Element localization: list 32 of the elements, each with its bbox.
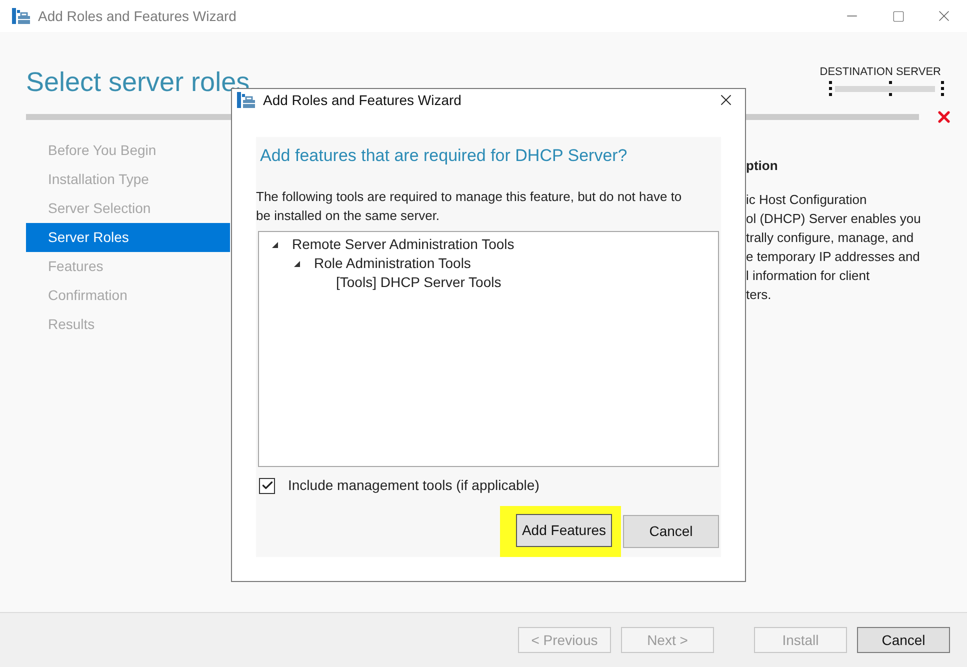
wizard-step[interactable]: Installation Type <box>26 165 230 194</box>
wizard-button[interactable]: Cancel <box>857 627 950 653</box>
wizard-step[interactable]: Server Roles <box>26 223 230 252</box>
tree-item[interactable]: Role Administration Tools <box>314 253 471 274</box>
wizard-step[interactable]: Results <box>26 310 230 339</box>
expand-icon[interactable] <box>270 240 280 250</box>
description-text: ic Host Configuration <box>746 190 868 208</box>
dialog-title: Add Roles and Features Wizard <box>263 90 462 110</box>
dialog-heading: Add features that are required for DHCP Server? <box>259 144 628 166</box>
wizard-step[interactable]: Server Selection <box>26 194 230 223</box>
checkbox-label: Include management tools (if applicable) <box>288 476 540 495</box>
expand-icon[interactable] <box>292 258 302 268</box>
dialog-message: The following tools are required to manage this feature, but do not have to be installed on the same server. <box>256 188 683 225</box>
tree-item[interactable]: Remote Server Administration Tools <box>292 234 514 255</box>
description-text: e temporary IP addresses and <box>746 248 921 266</box>
description-heading: ption <box>746 157 779 175</box>
description-text: trally configure, manage, and <box>746 228 915 246</box>
destination-server-label: DESTINATION SERVER <box>820 65 941 80</box>
wizard-step[interactable]: Before You Begin <box>26 136 230 165</box>
checkbox[interactable] <box>259 478 275 494</box>
description-text: l information for client <box>746 266 871 284</box>
dialog-button[interactable]: Cancel <box>623 515 719 548</box>
error-icon <box>935 108 953 126</box>
wizard-step[interactable]: Confirmation <box>26 281 230 310</box>
dialog-button[interactable]: Add Features <box>516 514 612 547</box>
window-title: Add Roles and Features Wizard <box>38 6 236 26</box>
wizard-icon <box>237 92 255 108</box>
description-text: ters. <box>746 286 772 304</box>
description-text: ol (DHCP) Server enables you <box>746 210 922 228</box>
wizard-icon <box>12 8 30 24</box>
tree-item[interactable]: [Tools] DHCP Server Tools <box>336 272 502 293</box>
wizard-step[interactable]: Features <box>26 252 230 281</box>
